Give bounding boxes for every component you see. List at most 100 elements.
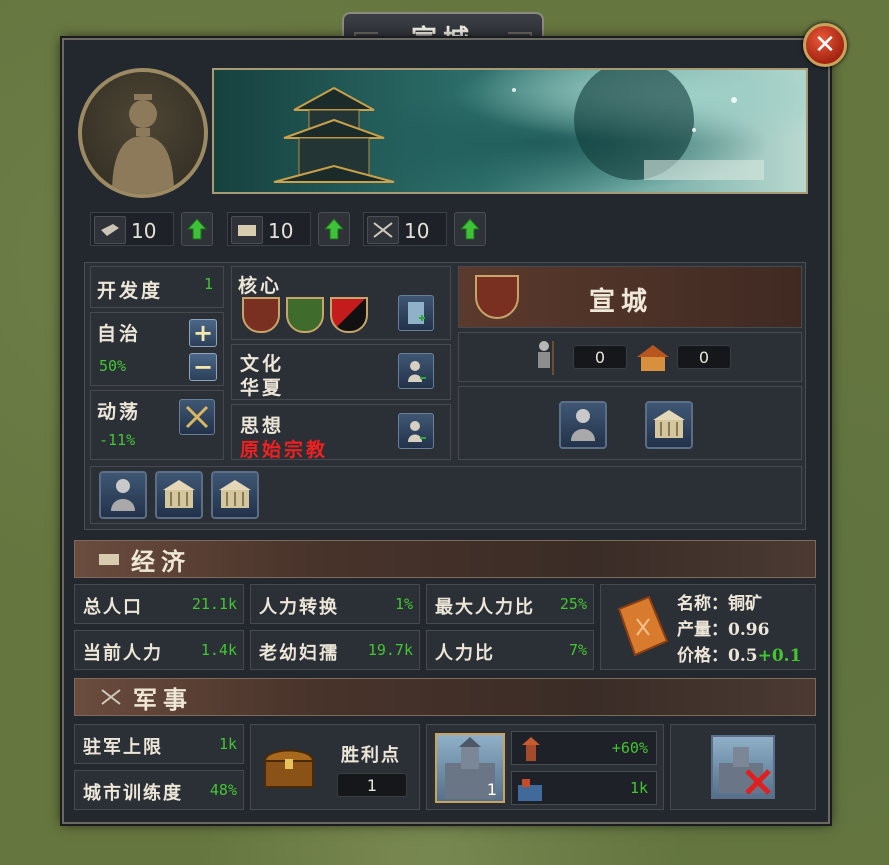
fort-garrison: 1k <box>629 779 648 797</box>
current-manpower-label: 当前人力 <box>83 643 163 664</box>
victory-points-label: 胜利点 <box>341 745 401 766</box>
treasure-chest-icon[interactable] <box>261 743 317 791</box>
victory-points-cell: 胜利点 1 <box>250 724 420 810</box>
document-plus-icon <box>408 302 425 324</box>
scroll-icon <box>231 216 263 244</box>
autonomy-plus-button[interactable]: + <box>189 319 217 347</box>
max-manpower-ratio-label: 最大人力比 <box>435 597 535 618</box>
faction-shield-icon[interactable] <box>286 297 324 333</box>
manpower-ratio-value: 7% <box>568 641 587 659</box>
suppress-unrest-button[interactable] <box>179 399 215 435</box>
soldier-count: 0 <box>573 345 627 369</box>
admin-stat-value: 10 <box>131 219 157 243</box>
scroll-icon <box>99 554 119 565</box>
city-training-label: 城市训练度 <box>83 783 183 804</box>
diplo-upgrade-button[interactable] <box>318 212 350 246</box>
military-section-header: 军事 <box>74 678 816 716</box>
owner-actions <box>458 386 802 460</box>
manpower-conversion-cell: 人力转换 1% <box>250 584 420 624</box>
building-slot-button[interactable] <box>155 471 203 519</box>
military-title: 军事 <box>133 684 193 714</box>
up-arrow-icon <box>324 218 344 240</box>
autonomy-cell: 自治 50% + − <box>90 312 224 386</box>
city-training-cell: 城市训练度 48% <box>74 770 244 810</box>
manpower-conversion-value: 1% <box>394 595 413 613</box>
up-arrow-icon <box>460 218 480 240</box>
add-core-button[interactable] <box>398 295 434 331</box>
garrison-cap-cell: 驻军上限 1k <box>74 724 244 764</box>
garrison-cap-label: 驻军上限 <box>83 737 163 758</box>
resource-name-label: 名称： <box>677 594 728 614</box>
elderly-women-children-value: 19.7k <box>367 641 413 659</box>
admin-upgrade-button[interactable] <box>181 212 213 246</box>
building-icon <box>219 480 251 508</box>
demolish-fort-button[interactable] <box>711 735 775 799</box>
building-icon <box>163 480 195 508</box>
unrest-value: -11% <box>99 431 136 449</box>
owner-shield-icon[interactable] <box>475 275 519 319</box>
core-label: 核心 <box>238 275 283 297</box>
plus-icon: + <box>192 319 214 347</box>
religion-cell: 思想 原始宗教 <box>231 404 451 461</box>
garrison-cap-value: 1k <box>218 735 237 753</box>
crossed-swords-icon <box>367 216 399 244</box>
up-arrow-icon <box>187 218 207 240</box>
faction-shield-icon[interactable] <box>330 297 368 333</box>
religion-value: 原始宗教 <box>240 439 329 461</box>
fort-image[interactable]: 1 <box>435 733 505 803</box>
military-upgrade-button[interactable] <box>454 212 486 246</box>
convert-culture-button[interactable] <box>398 353 434 389</box>
copper-ingot-icon[interactable] <box>609 593 673 661</box>
crossed-swords-icon <box>185 405 209 429</box>
total-population-value: 21.1k <box>191 595 237 613</box>
autonomy-label: 自治 <box>97 323 142 345</box>
manpower-conversion-label: 人力转换 <box>259 597 339 618</box>
building-icon <box>653 410 685 438</box>
building-slot-button[interactable] <box>211 471 259 519</box>
resource-output-label: 产量： <box>677 620 728 640</box>
unrest-label: 动荡 <box>97 401 142 423</box>
demolish-fort-cell <box>670 724 816 810</box>
victory-points-value: 1 <box>337 773 407 797</box>
development-label: 开发度 <box>97 280 164 302</box>
culture-label: 文化 <box>240 353 285 375</box>
owner-name: 宣城 <box>589 287 654 317</box>
knight-icon <box>571 409 595 441</box>
fort-bonus: +60% <box>611 739 648 757</box>
max-manpower-ratio-value: 25% <box>559 595 587 613</box>
person-arrow-icon <box>408 361 426 382</box>
minus-icon: − <box>192 353 214 381</box>
admin-stat: 10 <box>90 212 174 246</box>
knight-slot-button[interactable] <box>99 471 147 519</box>
recruit-soldier-button[interactable] <box>559 401 607 449</box>
diplo-stat-value: 10 <box>268 219 294 243</box>
silhouette-icon <box>112 94 174 194</box>
resource-output: 0.96 <box>728 620 770 640</box>
development-cell: 开发度 1 <box>90 266 224 308</box>
close-button[interactable]: ✕ <box>803 23 847 67</box>
culture-value: 华夏 <box>240 377 285 399</box>
culture-cell: 文化 华夏 <box>231 344 451 400</box>
total-population-label: 总人口 <box>83 597 143 618</box>
resource-price-delta: +0.1 <box>757 646 802 666</box>
owner-header: 宣城 <box>458 266 802 328</box>
resource-output-row: 产量：0.96 <box>677 615 769 640</box>
building-slots <box>90 466 802 524</box>
unrest-cell: 动荡 -11% <box>90 390 224 460</box>
fort-cell: 1 +60% 1k <box>426 724 664 810</box>
knight-icon <box>111 479 135 511</box>
house-icon <box>637 345 669 371</box>
build-building-button[interactable] <box>645 401 693 449</box>
convert-religion-button[interactable] <box>398 413 434 449</box>
manpower-ratio-label: 人力比 <box>435 643 495 664</box>
resource-price-label: 价格： <box>677 646 728 666</box>
soldier-icon <box>538 341 554 375</box>
total-population-cell: 总人口 21.1k <box>74 584 244 624</box>
current-manpower-value: 1.4k <box>200 641 237 659</box>
faction-shield-icon[interactable] <box>242 297 280 333</box>
watchtower-icon <box>522 737 540 761</box>
castle-remove-icon <box>719 747 771 795</box>
autonomy-minus-button[interactable]: − <box>189 353 217 381</box>
person-arrow-icon <box>408 421 426 442</box>
governor-portrait[interactable] <box>78 68 208 198</box>
